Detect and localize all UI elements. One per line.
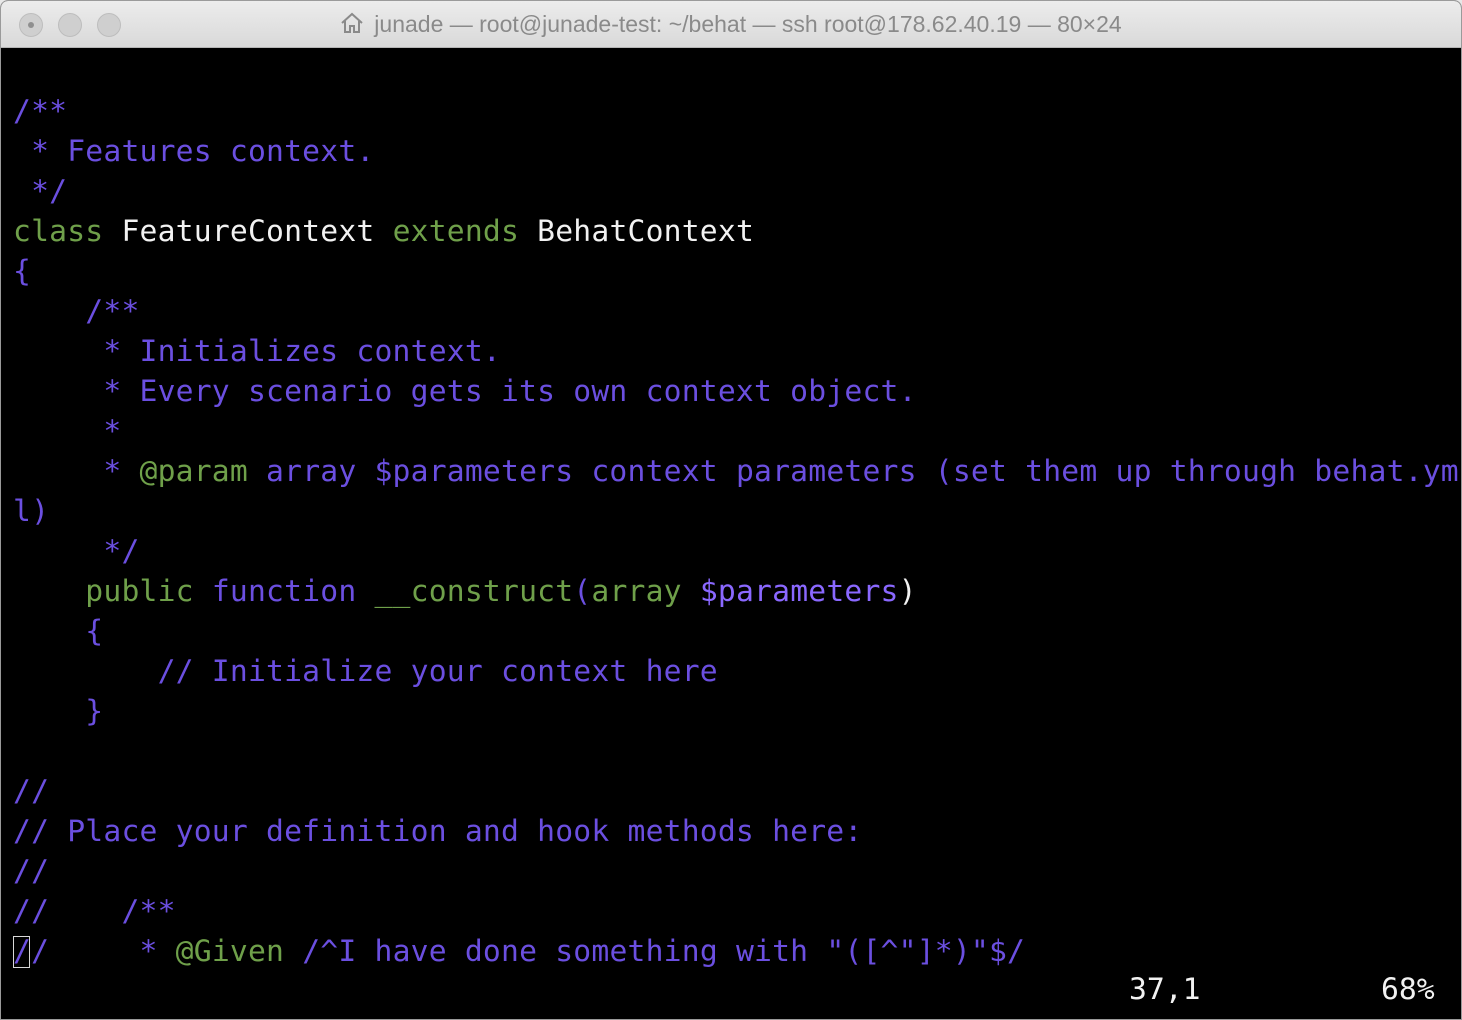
code-line-13: public function __construct(array $param… (13, 572, 917, 612)
function-name: __construct (374, 574, 574, 609)
code-line-1: /** (13, 94, 68, 129)
terminal-window: junade — root@junade-test: ~/behat — ssh… (0, 0, 1462, 1020)
code-line-18: // (13, 774, 50, 809)
keyword-class: class (13, 214, 104, 249)
code-line-8: * Every scenario gets its own context ob… (13, 374, 917, 409)
code-line-19: // Place your definition and hook method… (13, 814, 863, 849)
doc-tag-given: @Given (175, 934, 285, 969)
code-line-9: * (13, 414, 122, 449)
code-line-12: */ (13, 534, 140, 569)
cursor-box (13, 936, 30, 968)
code-line-11: l) (13, 494, 50, 529)
code-line-4: class FeatureContext extends BehatContex… (13, 212, 754, 252)
code-line-15: // Initialize your context here (13, 654, 718, 689)
code-line-21: // /** (13, 894, 176, 929)
parameter-variable: $parameters (681, 574, 899, 609)
class-name: FeatureContext (103, 214, 393, 249)
param-description: array $parameters context parameters (se… (247, 454, 1459, 489)
code-line-5: { (13, 254, 32, 289)
open-paren: ( (573, 574, 592, 609)
code-line-3: */ (13, 174, 68, 209)
scroll-percent: 68% (1381, 972, 1435, 1007)
window-title: junade — root@junade-test: ~/behat — ssh… (374, 11, 1122, 37)
home-icon (340, 3, 364, 49)
code-line-16: } (13, 694, 104, 729)
comment-prefix-2: / * (31, 934, 176, 969)
keyword-function: function (193, 574, 375, 609)
type-array: array (591, 574, 682, 609)
code-line-10: * @param array $parameters context param… (13, 452, 1459, 492)
code-line-20: // (13, 854, 50, 889)
close-paren: ) (898, 574, 917, 609)
title-bar[interactable]: junade — root@junade-test: ~/behat — ssh… (1, 1, 1461, 48)
keyword-public: public (85, 574, 194, 609)
code-line-7: * Initializes context. (13, 334, 501, 369)
terminal-content[interactable]: /** * Features context. */ class Feature… (1, 48, 1461, 1019)
doc-tag-param: @param (139, 454, 248, 489)
keyword-extends: extends (392, 214, 520, 249)
text-cursor: / (13, 932, 31, 972)
cursor-position: 37,1 (1129, 972, 1201, 1007)
code-line-22: // * @Given /^I have done something with… (13, 932, 1025, 972)
code-line-6: /** (13, 294, 140, 329)
window-title-container: junade — root@junade-test: ~/behat — ssh… (1, 1, 1461, 47)
parent-class-name: BehatContext (519, 214, 755, 249)
code-line-2: * Features context. (13, 134, 375, 169)
given-regex: /^I have done something with "([^"]*)"$/ (284, 934, 1026, 969)
code-line-14: { (13, 614, 104, 649)
comment-prefix: * (13, 454, 140, 489)
